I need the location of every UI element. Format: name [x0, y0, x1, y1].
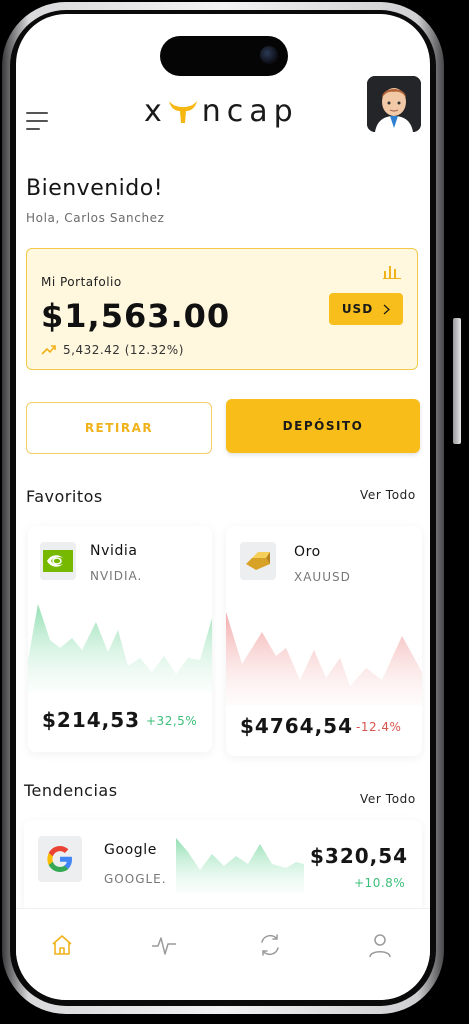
- asset-price: $4764,54: [240, 714, 354, 738]
- asset-change: -12.4%: [356, 720, 402, 734]
- logo-text-right: ncap: [201, 94, 299, 129]
- asset-change: +10.8%: [354, 876, 406, 890]
- portfolio-card[interactable]: Mi Portafolio $1,563.00 5,432.42 (12.32%…: [26, 248, 418, 370]
- sparkline-nvidia: [28, 604, 212, 692]
- favorite-card-gold[interactable]: Oro XAUUSD $4764,54 -12.4%: [226, 526, 422, 756]
- asset-name: Oro: [294, 544, 321, 560]
- currency-label: USD: [341, 302, 374, 316]
- exchange-icon[interactable]: [256, 931, 284, 959]
- trends-title: Tendencias: [24, 781, 118, 800]
- asset-change: +32,5%: [146, 714, 198, 728]
- gold-bar-icon: [240, 542, 276, 580]
- app-logo: x ncap: [144, 94, 299, 129]
- activity-icon[interactable]: [150, 931, 178, 959]
- portfolio-label: Mi Portafolio: [41, 275, 122, 289]
- currency-button[interactable]: USD: [329, 293, 403, 325]
- bar-chart-icon[interactable]: [383, 263, 401, 283]
- dynamic-island: [160, 36, 288, 76]
- asset-ticker: XAUUSD: [294, 570, 351, 584]
- camera-icon: [260, 46, 278, 64]
- google-logo-icon: [38, 836, 82, 882]
- deposit-button[interactable]: DEPÓSITO: [226, 399, 420, 453]
- avatar[interactable]: [367, 76, 421, 132]
- sparkline-gold: [226, 612, 422, 706]
- favorite-card-nvidia[interactable]: Nvidia NVIDIA. $214,53 +32,5%: [28, 526, 212, 752]
- profile-icon[interactable]: [366, 931, 394, 959]
- menu-button[interactable]: [26, 112, 52, 132]
- trends-see-all-link[interactable]: Ver Todo: [360, 792, 416, 806]
- chevron-right-icon: [383, 304, 391, 314]
- home-icon[interactable]: [48, 931, 76, 959]
- sparkline-google: [176, 838, 304, 894]
- asset-name: Nvidia: [90, 543, 138, 559]
- app-screen: x ncap Bienvenido! Hola, Carlos Sanchez …: [16, 14, 430, 1000]
- favorites-title: Favoritos: [26, 487, 103, 506]
- logo-text-left: x: [144, 94, 168, 129]
- portfolio-change: 5,432.42 (12.32%): [41, 343, 184, 357]
- side-button: [453, 318, 461, 444]
- withdraw-button[interactable]: RETIRAR: [26, 402, 212, 454]
- bull-horns-icon: [168, 100, 197, 123]
- trend-card-google[interactable]: Google GOOGLE. $320,54 +10.8%: [24, 820, 422, 912]
- greeting-text: Hola, Carlos Sanchez: [26, 211, 165, 225]
- asset-price: $320,54: [310, 844, 409, 868]
- asset-ticker: GOOGLE.: [104, 872, 167, 886]
- favorites-see-all-link[interactable]: Ver Todo: [360, 488, 416, 502]
- asset-price: $214,53: [42, 708, 141, 732]
- trend-up-icon: [41, 345, 56, 355]
- welcome-title: Bienvenido!: [26, 176, 164, 201]
- asset-ticker: NVIDIA.: [90, 569, 143, 583]
- asset-name: Google: [104, 842, 157, 858]
- portfolio-value: $1,563.00: [41, 297, 231, 335]
- bottom-tab-bar: [16, 908, 430, 1000]
- nvidia-logo-icon: [40, 542, 76, 580]
- portfolio-change-value: 5,432.42 (12.32%): [63, 343, 184, 357]
